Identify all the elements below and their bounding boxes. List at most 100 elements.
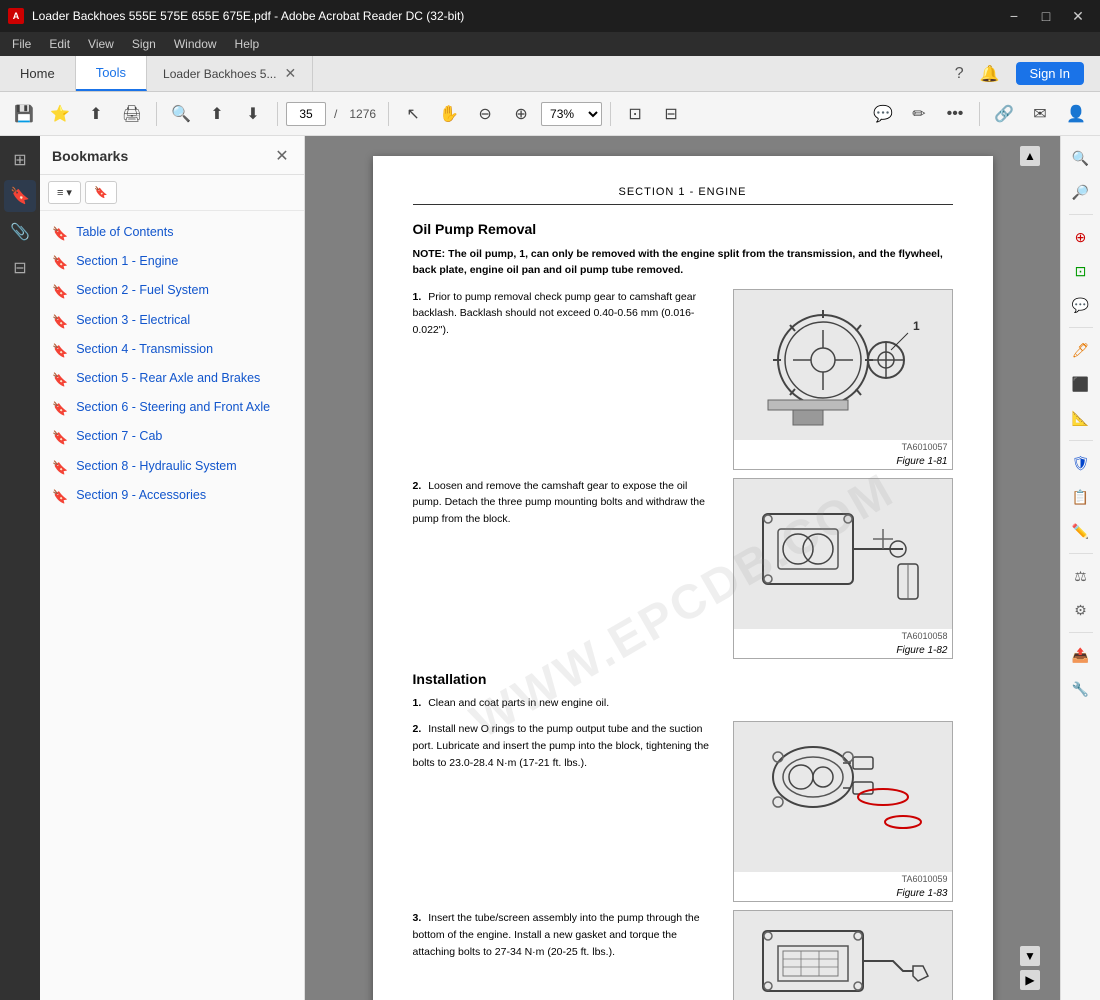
bookmark-label-2: Section 2 - Fuel System <box>76 282 209 300</box>
cursor-tool-button[interactable]: ↖ <box>397 98 429 130</box>
help-button[interactable]: ? <box>955 65 964 83</box>
install-step-1-text: 1. Clean and coat parts in new engine oi… <box>413 695 953 712</box>
minimize-button[interactable]: − <box>1000 6 1028 26</box>
two-page-button[interactable]: ⊟ <box>655 98 687 130</box>
section-title: Oil Pump Removal <box>413 221 953 237</box>
zoom-out-icon[interactable]: 🔎 <box>1067 178 1095 206</box>
figure-1-83-code: TA6010059 <box>734 872 952 886</box>
bookmarks-close-button[interactable]: ✕ <box>272 146 292 166</box>
attachments-panel-button[interactable]: 📎 <box>4 216 36 248</box>
account-button[interactable]: 👤 <box>1060 98 1092 130</box>
bookmark-item-0[interactable]: 🔖Table of Contents <box>44 219 300 248</box>
menu-item-window[interactable]: Window <box>166 35 225 53</box>
install-step-2-row: 2. Install new O rings to the pump outpu… <box>413 721 953 902</box>
bookmark-item-9[interactable]: 🔖Section 9 - Accessories <box>44 482 300 511</box>
bookmarks-panel-button[interactable]: 🔖 <box>4 180 36 212</box>
zoom-out-tool[interactable]: ⊖ <box>469 98 501 130</box>
install-step-3-content: Insert the tube/screen assembly into the… <box>413 912 700 958</box>
maximize-button[interactable]: □ <box>1032 6 1060 26</box>
export2-icon[interactable]: 📤 <box>1067 641 1095 669</box>
search-icon[interactable]: ⊕ <box>1067 223 1095 251</box>
figure-1-82-svg <box>743 484 943 624</box>
sign-in-button[interactable]: Sign In <box>1016 62 1084 85</box>
bookmarks-list: 🔖Table of Contents🔖Section 1 - Engine🔖Se… <box>40 211 304 1000</box>
zoom-out-button[interactable]: 🔍 <box>165 98 197 130</box>
edit-text-icon[interactable]: 🖊 <box>1067 336 1095 364</box>
svg-text:1: 1 <box>913 319 920 333</box>
bookmark-item-7[interactable]: 🔖Section 7 - Cab <box>44 423 300 452</box>
pdf-viewer-area[interactable]: ▲ WWW.EPCDB.COM SECTION 1 - ENGINE Oil P… <box>305 136 1060 1000</box>
hand-tool-button[interactable]: ✋ <box>433 98 465 130</box>
bookmark-item-6[interactable]: 🔖Section 6 - Steering and Front Axle <box>44 394 300 423</box>
comment-icon[interactable]: 💬 <box>1067 291 1095 319</box>
tab-home[interactable]: Home <box>0 56 76 91</box>
right-separator-8 <box>1069 440 1093 441</box>
wrench-icon[interactable]: 🔧 <box>1067 675 1095 703</box>
tab-right-area: ? 🔔 Sign In <box>313 56 1100 91</box>
bookmark-icon-5: 🔖 <box>52 371 68 389</box>
fit-page-button[interactable]: ⊡ <box>619 98 651 130</box>
next-page-button[interactable]: ⬇ <box>237 98 269 130</box>
page-number-input[interactable] <box>286 102 326 126</box>
zoom-in-icon[interactable]: 🔍 <box>1067 144 1095 172</box>
more-button[interactable]: ••• <box>939 98 971 130</box>
measure-icon[interactable]: 📐 <box>1067 404 1095 432</box>
prev-page-button[interactable]: ⬆ <box>201 98 233 130</box>
toolbar-separator-2 <box>277 102 278 126</box>
zoom-select[interactable]: 50%73%100%125%150%200% <box>541 102 602 126</box>
stamp-icon[interactable]: ⬛ <box>1067 370 1095 398</box>
bookmark-label-9: Section 9 - Accessories <box>76 487 206 505</box>
share-button[interactable]: ⬆ <box>80 98 112 130</box>
bookmark-item-4[interactable]: 🔖Section 4 - Transmission <box>44 336 300 365</box>
right-separator-5 <box>1069 327 1093 328</box>
figure-partial-box: TA6010062 <box>733 910 953 1000</box>
step-2-content: Loosen and remove the camshaft gear to e… <box>413 480 705 526</box>
bookmark-item-2[interactable]: 🔖Section 2 - Fuel System <box>44 277 300 306</box>
save-button[interactable]: 💾 <box>8 98 40 130</box>
menu-item-file[interactable]: File <box>4 35 39 53</box>
thumbnails-panel-button[interactable]: ⊞ <box>4 144 36 176</box>
prepare-icon[interactable]: 📋 <box>1067 483 1095 511</box>
install-step-3-number: 3. <box>413 912 422 924</box>
settings-icon[interactable]: ⚙ <box>1067 596 1095 624</box>
toolbar: 💾 ⭐ ⬆ 🖨 🔍 ⬆ ⬇ / 1276 ↖ ✋ ⊖ ⊕ 50%73%100%1… <box>0 92 1100 136</box>
step-2-text: 2. Loosen and remove the camshaft gear t… <box>413 478 717 659</box>
draw-button[interactable]: ✏ <box>903 98 935 130</box>
tab-document[interactable]: Loader Backhoes 5... ✕ <box>147 56 313 91</box>
tab-tools[interactable]: Tools <box>76 56 147 91</box>
menu-item-edit[interactable]: Edit <box>41 35 78 53</box>
scroll-right-button[interactable]: ▶ <box>1020 970 1040 990</box>
toolbar-separator-1 <box>156 102 157 126</box>
layers-panel-button[interactable]: ⊟ <box>4 252 36 284</box>
zoom-in-tool[interactable]: ⊕ <box>505 98 537 130</box>
compare-icon[interactable]: ⚖ <box>1067 562 1095 590</box>
page-total: 1276 <box>345 107 380 121</box>
bookmark-new-button[interactable]: 🔖 <box>85 181 117 204</box>
bookmark-add-button[interactable]: ⭐ <box>44 98 76 130</box>
notifications-button[interactable]: 🔔 <box>980 64 1000 84</box>
close-button[interactable]: ✕ <box>1064 6 1092 26</box>
scroll-up-button[interactable]: ▲ <box>1020 146 1040 166</box>
email-button[interactable]: ✉ <box>1024 98 1056 130</box>
scroll-down-button[interactable]: ▼ <box>1020 946 1040 966</box>
bookmark-item-5[interactable]: 🔖Section 5 - Rear Axle and Brakes <box>44 365 300 394</box>
bookmark-item-8[interactable]: 🔖Section 8 - Hydraulic System <box>44 453 300 482</box>
bookmark-label-1: Section 1 - Engine <box>76 253 178 271</box>
bookmark-icon-3: 🔖 <box>52 313 68 331</box>
comment-button[interactable]: 💬 <box>867 98 899 130</box>
right-separator-2 <box>1069 214 1093 215</box>
export-icon[interactable]: ⊡ <box>1067 257 1095 285</box>
menu-item-view[interactable]: View <box>80 35 122 53</box>
link-button[interactable]: 🔗 <box>988 98 1020 130</box>
menu-item-help[interactable]: Help <box>227 35 268 53</box>
toolbar-separator-3 <box>388 102 389 126</box>
menu-item-sign[interactable]: Sign <box>124 35 164 53</box>
protect-icon[interactable]: 🛡 <box>1067 449 1095 477</box>
app-icon: A <box>8 8 24 24</box>
bookmark-item-1[interactable]: 🔖Section 1 - Engine <box>44 248 300 277</box>
tab-close-button[interactable]: ✕ <box>284 65 296 82</box>
annotate-icon[interactable]: ✏️ <box>1067 517 1095 545</box>
bookmark-item-3[interactable]: 🔖Section 3 - Electrical <box>44 307 300 336</box>
print-button[interactable]: 🖨 <box>116 98 148 130</box>
bookmarks-menu-button[interactable]: ≡ ▾ <box>48 181 81 204</box>
